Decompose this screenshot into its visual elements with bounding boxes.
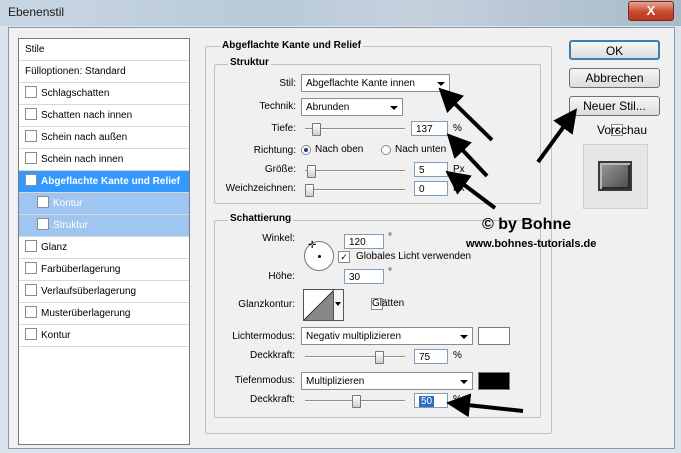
annotation-arrows — [438, 87, 578, 418]
arrow-deckkraft — [446, 393, 524, 418]
arrow-neuer-stil — [536, 108, 578, 164]
arrow-tiefe — [446, 133, 489, 178]
arrow-stil — [438, 87, 494, 142]
arrow-groesse — [445, 170, 497, 210]
